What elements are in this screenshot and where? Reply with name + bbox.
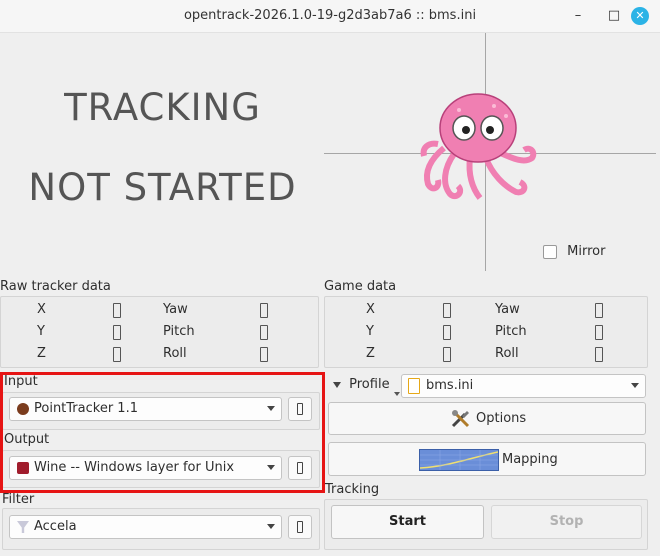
settings-glyph-icon: [297, 521, 303, 533]
close-button[interactable]: ✕: [631, 7, 649, 25]
file-icon: [408, 378, 420, 394]
raw-z-label: Z: [37, 346, 46, 361]
options-button[interactable]: Options: [328, 402, 646, 435]
profile-select[interactable]: bms.ini: [401, 374, 646, 398]
tracking-status-line2: NOT STARTED: [28, 166, 297, 209]
chevron-down-icon: [267, 524, 275, 529]
tracking-label: Tracking: [325, 482, 380, 497]
game-z-value: [443, 347, 451, 362]
chevron-down-icon: [631, 383, 639, 388]
raw-y-value: [113, 325, 121, 340]
game-data-title: Game data: [324, 279, 397, 294]
filter-value: Accela: [34, 519, 77, 534]
raw-pitch-label: Pitch: [163, 324, 195, 339]
mapping-button[interactable]: Mapping: [328, 442, 646, 476]
filter-settings-button[interactable]: [288, 515, 312, 539]
game-yaw-label: Yaw: [495, 302, 520, 317]
options-label: Options: [476, 411, 527, 426]
raw-roll-label: Roll: [163, 346, 187, 361]
profile-value: bms.ini: [426, 378, 474, 393]
profile-menu-button[interactable]: Profile: [333, 377, 390, 392]
game-pitch-value: [595, 325, 603, 340]
raw-yaw-label: Yaw: [163, 302, 188, 317]
raw-y-label: Y: [37, 324, 45, 339]
start-button[interactable]: Start: [331, 505, 484, 539]
mirror-checkbox[interactable]: Mirror: [543, 244, 605, 259]
game-z-label: Z: [366, 346, 375, 361]
game-x-value: [443, 303, 451, 318]
game-data-panel: X Yaw Y Pitch Z Roll: [324, 296, 648, 368]
filter-select[interactable]: Accela: [9, 515, 282, 539]
tools-wrench-icon: [451, 409, 471, 429]
mapping-curve-icon: [419, 449, 499, 471]
game-roll-value: [595, 347, 603, 362]
stop-button[interactable]: Stop: [491, 505, 642, 539]
mapping-label: Mapping: [502, 452, 558, 467]
raw-x-value: [113, 303, 121, 318]
dropdown-arrow-icon: [333, 381, 341, 388]
game-x-label: X: [366, 302, 375, 317]
mirror-label: Mirror: [567, 244, 606, 259]
highlight-box: [0, 372, 325, 493]
profile-small-arrow-icon: [394, 392, 400, 396]
minimize-button[interactable]: –: [568, 6, 588, 26]
profile-label: Profile: [349, 377, 390, 392]
filter-funnel-icon: [17, 521, 29, 533]
tracking-status-line1: TRACKING: [64, 86, 261, 129]
game-y-label: Y: [366, 324, 374, 339]
raw-yaw-value: [260, 303, 268, 318]
game-yaw-value: [595, 303, 603, 318]
raw-pitch-value: [260, 325, 268, 340]
game-roll-label: Roll: [495, 346, 519, 361]
title-bar: opentrack-2026.1.0-19-g2d3ab7a6 :: bms.i…: [0, 0, 660, 33]
raw-tracker-data-panel: X Yaw Y Pitch Z Roll: [0, 296, 319, 368]
octopus-mascot-icon: [420, 93, 537, 200]
game-y-value: [443, 325, 451, 340]
mirror-checkbox-box[interactable]: [543, 244, 557, 259]
raw-tracker-data-title: Raw tracker data: [0, 279, 111, 294]
raw-roll-value: [260, 347, 268, 362]
window-title: opentrack-2026.1.0-19-g2d3ab7a6 :: bms.i…: [183, 8, 477, 23]
raw-x-label: X: [37, 302, 46, 317]
maximize-button[interactable]: □: [604, 6, 624, 26]
raw-z-value: [113, 347, 121, 362]
filter-label: Filter: [2, 492, 35, 507]
game-pitch-label: Pitch: [495, 324, 527, 339]
